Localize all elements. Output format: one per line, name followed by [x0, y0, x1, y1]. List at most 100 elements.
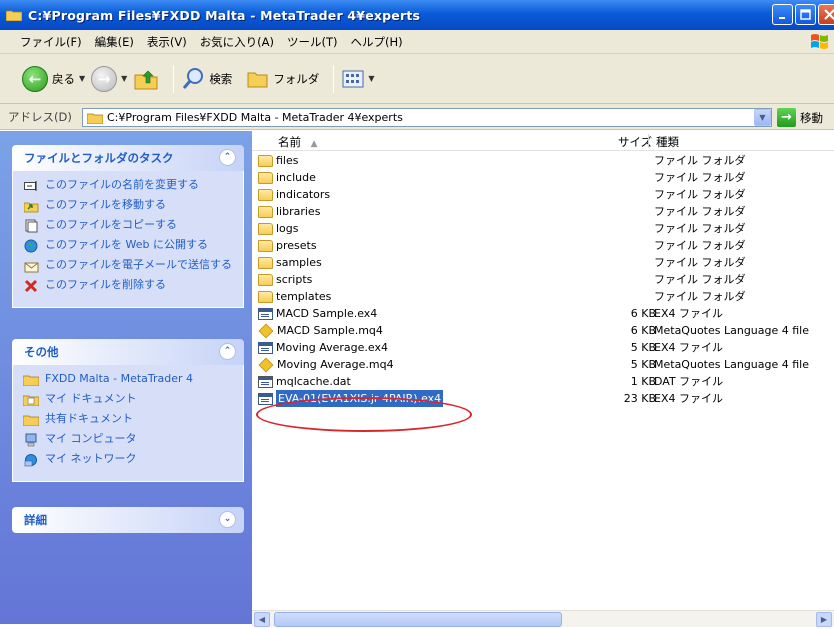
panel-header[interactable]: その他 ⌃: [12, 339, 244, 365]
file-row[interactable]: Moving Average.mq4 5 KB MetaQuotes Languag…: [258, 356, 834, 373]
place-my-documents[interactable]: マイ ドキュメント: [23, 393, 233, 407]
address-value: C:¥Program Files¥FXDD Malta - MetaTrader…: [107, 111, 403, 124]
file-name-cell[interactable]: mqlcache.dat: [258, 373, 351, 390]
file-name: include: [276, 171, 316, 184]
chevron-down-icon[interactable]: ▼: [368, 74, 374, 83]
place-my-computer[interactable]: マイ コンピュータ: [23, 433, 233, 447]
mq4-file-icon: [258, 357, 274, 372]
file-row[interactable]: libraries ファイル フォルダ: [258, 203, 834, 220]
go-arrow-icon: →: [777, 108, 796, 127]
file-row[interactable]: mqlcache.dat 1 KB DAT ファイル: [258, 373, 834, 390]
folders-button[interactable]: フォルダ: [246, 69, 319, 89]
column-divider: [648, 134, 649, 148]
file-size: 1 KB: [630, 375, 656, 388]
file-name-cell[interactable]: files: [258, 152, 298, 169]
forward-button[interactable]: → ▼: [91, 65, 127, 92]
file-name-cell[interactable]: presets: [258, 237, 317, 254]
folder-icon: [258, 205, 273, 218]
menu-favorites[interactable]: お気に入り(A): [200, 34, 274, 50]
task-move[interactable]: このファイルを移動する: [23, 199, 233, 213]
task-rename[interactable]: このファイルの名前を変更する: [23, 179, 233, 193]
my-documents-icon: [23, 393, 39, 407]
file-type: ファイル フォルダ: [654, 256, 746, 269]
file-name-cell[interactable]: templates: [258, 288, 331, 305]
expand-icon[interactable]: ⌄: [219, 511, 236, 528]
address-dropdown-button[interactable]: ▼: [754, 109, 771, 126]
file-row[interactable]: MACD Sample.mq4 6 KB MetaQuotes Language 4…: [258, 322, 834, 339]
file-name-cell[interactable]: indicators: [258, 186, 330, 203]
horizontal-scrollbar[interactable]: ◀ ▶: [252, 610, 834, 627]
file-row[interactable]: logs ファイル フォルダ: [258, 220, 834, 237]
file-row[interactable]: files ファイル フォルダ: [258, 152, 834, 169]
menu-edit[interactable]: 編集(E): [95, 34, 134, 50]
file-name-cell[interactable]: MACD Sample.mq4: [258, 322, 383, 339]
file-type: ファイル フォルダ: [654, 222, 746, 235]
file-type: MetaQuotes Language 4 file: [654, 358, 810, 371]
file-type: MetaQuotes Language 4 file: [654, 324, 810, 337]
views-button[interactable]: ▼: [342, 69, 374, 89]
file-row[interactable]: MACD Sample.ex4 6 KB EX4 ファイル: [258, 305, 834, 322]
file-name: MACD Sample.mq4: [277, 324, 383, 337]
minimize-button[interactable]: [772, 4, 793, 25]
task-delete[interactable]: このファイルを削除する: [23, 279, 233, 293]
task-copy[interactable]: このファイルをコピーする: [23, 219, 233, 233]
menu-view[interactable]: 表示(V): [147, 34, 187, 50]
file-name-cell[interactable]: libraries: [258, 203, 320, 220]
sort-ascending-icon: ▲: [310, 139, 318, 149]
minimize-icon: [778, 16, 785, 19]
file-name-cell[interactable]: include: [258, 169, 316, 186]
scroll-thumb[interactable]: [274, 612, 562, 627]
task-publish-web[interactable]: このファイルを Web に公開する: [23, 239, 233, 253]
executable-file-icon: [258, 307, 273, 320]
mq4-file-icon: [258, 323, 274, 338]
column-type[interactable]: 種類: [656, 134, 679, 150]
email-icon: [23, 259, 39, 273]
close-icon: [823, 9, 834, 20]
file-name-cell[interactable]: logs: [258, 220, 299, 237]
go-button[interactable]: → 移動: [777, 108, 823, 127]
place-fxdd-folder[interactable]: FXDD Malta - MetaTrader 4: [23, 373, 233, 387]
maximize-button[interactable]: [795, 4, 816, 25]
file-row[interactable]: scripts ファイル フォルダ: [258, 271, 834, 288]
folder-icon: [5, 9, 23, 22]
toolbar: ← 戻る ▼ → ▼ 検索 フォルダ ▼: [0, 54, 834, 104]
file-name-cell[interactable]: MACD Sample.ex4: [258, 305, 377, 322]
file-row[interactable]: indicators ファイル フォルダ: [258, 186, 834, 203]
file-type: EX4 ファイル: [654, 307, 723, 320]
collapse-icon[interactable]: ⌃: [219, 343, 236, 360]
file-name-cell[interactable]: Moving Average.mq4: [258, 356, 394, 373]
scroll-left-button[interactable]: ◀: [254, 612, 270, 627]
file-name-cell[interactable]: samples: [258, 254, 322, 271]
search-button[interactable]: 検索: [182, 67, 232, 91]
menu-help[interactable]: ヘルプ(H): [351, 34, 403, 50]
menu-tools[interactable]: ツール(T): [287, 34, 338, 50]
place-shared-documents[interactable]: 共有ドキュメント: [23, 413, 233, 427]
file-row[interactable]: include ファイル フォルダ: [258, 169, 834, 186]
task-label: このファイルをコピーする: [45, 218, 177, 231]
column-name[interactable]: 名前 ▲: [278, 134, 318, 150]
file-name: indicators: [276, 188, 331, 201]
close-button[interactable]: [818, 4, 834, 25]
back-button[interactable]: ← 戻る ▼: [22, 65, 85, 92]
file-row[interactable]: samples ファイル フォルダ: [258, 254, 834, 271]
chevron-down-icon[interactable]: ▼: [79, 74, 85, 83]
place-label: マイ ネットワーク: [45, 452, 137, 465]
address-label: アドレス(D): [8, 109, 72, 124]
up-folder-button[interactable]: [133, 67, 159, 91]
panel-header[interactable]: ファイルとフォルダのタスク ⌃: [12, 145, 244, 171]
address-input[interactable]: C:¥Program Files¥FXDD Malta - MetaTrader…: [82, 108, 772, 127]
file-row[interactable]: presets ファイル フォルダ: [258, 237, 834, 254]
place-my-network[interactable]: マイ ネットワーク: [23, 453, 233, 467]
file-name-cell[interactable]: scripts: [258, 271, 312, 288]
collapse-icon[interactable]: ⌃: [219, 149, 236, 166]
panel-header[interactable]: 詳細 ⌄: [12, 507, 244, 533]
file-row[interactable]: templates ファイル フォルダ: [258, 288, 834, 305]
task-email[interactable]: このファイルを電子メールで送信する: [23, 259, 233, 273]
file-row[interactable]: Moving Average.ex4 5 KB EX4 ファイル: [258, 339, 834, 356]
chevron-down-icon[interactable]: ▼: [121, 74, 127, 83]
file-size: 23 KB: [623, 392, 656, 405]
scroll-right-button[interactable]: ▶: [816, 612, 832, 627]
file-name-cell[interactable]: Moving Average.ex4: [258, 339, 388, 356]
file-size: 5 KB: [630, 341, 656, 354]
menu-file[interactable]: ファイル(F): [20, 34, 82, 50]
